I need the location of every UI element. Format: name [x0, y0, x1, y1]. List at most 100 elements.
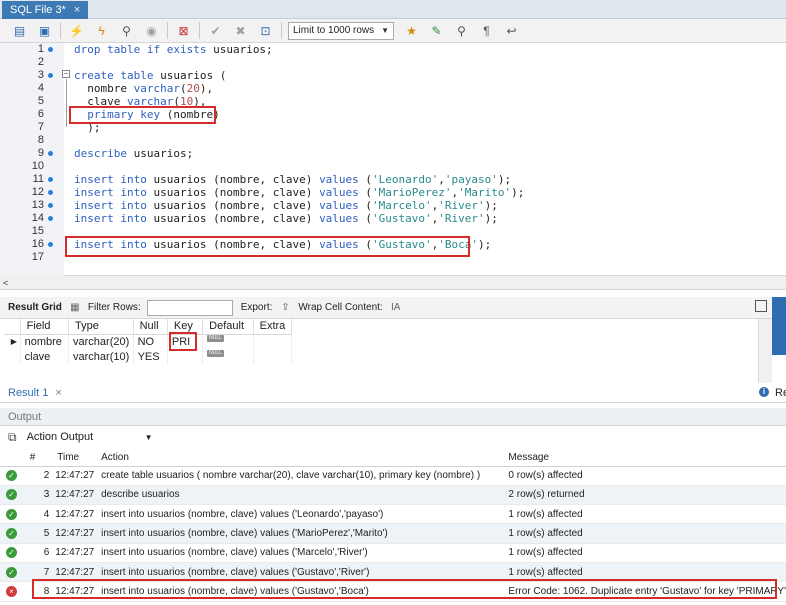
output-row[interactable]: ✓ 5 12:47:27 insert into usuarios (nombre, … — [0, 523, 786, 544]
filter-rows-input[interactable] — [146, 299, 233, 316]
tab-sql-file[interactable]: SQL File 3* × — [2, 1, 89, 19]
stop-icon[interactable]: ◉ — [142, 21, 161, 40]
grid-cell-type[interactable]: varchar(10) — [68, 349, 134, 364]
side-panel-label[interactable]: Re — [775, 387, 786, 399]
output-col-time[interactable]: Time — [55, 449, 100, 467]
code-text: drop table if exists usuarios; — [74, 43, 273, 56]
code-token: 20 — [186, 82, 200, 95]
output-number: 6 — [27, 543, 56, 563]
output-action: insert into usuarios (nombre, clave) val… — [99, 504, 507, 525]
highlight-error-row — [32, 579, 777, 599]
scroll-left-icon[interactable]: < — [3, 278, 8, 288]
panel-toggle-icon[interactable] — [755, 300, 767, 312]
autocommit-icon[interactable]: ⊡ — [256, 21, 275, 40]
grid-row[interactable]: clave varchar(10) YES NULL — [4, 349, 293, 364]
fold-toggle-icon[interactable]: − — [62, 70, 70, 78]
line-number: 9 — [37, 147, 44, 159]
grid-cell-type[interactable]: varchar(20) — [68, 334, 134, 349]
statement-marker-icon — [48, 190, 53, 195]
code-token: values — [319, 186, 366, 199]
line-number: 15 — [31, 225, 44, 237]
code-token: ); — [497, 173, 512, 186]
editor-horizontal-scrollbar[interactable]: < — [0, 276, 786, 290]
stop-on-error-icon[interactable]: ⊠ — [174, 21, 193, 40]
tab-close-icon[interactable]: × — [74, 2, 80, 19]
search-icon[interactable]: ⚲ — [452, 21, 471, 40]
code-token: , — [438, 173, 445, 186]
output-action: insert into usuarios (nombre, clave) val… — [99, 543, 507, 563]
grid-cell-field[interactable]: clave — [20, 349, 70, 364]
code-line[interactable]: 9 describe usuarios; — [0, 147, 786, 160]
code-line[interactable]: 2 — [0, 56, 786, 69]
output-row[interactable]: ✓ 6 12:47:27 insert into usuarios (nombre, … — [0, 543, 786, 563]
grid-cell-field[interactable]: nombre — [20, 334, 70, 349]
execute-all-icon[interactable]: ⚡ — [67, 21, 86, 40]
output-col-message[interactable]: Message — [506, 449, 786, 467]
save-file-icon[interactable]: ▣ — [35, 21, 54, 40]
code-token: usuarios (nombre, clave) — [153, 212, 320, 225]
code-token: usuarios; — [213, 43, 273, 56]
grid-cell-extra[interactable] — [253, 349, 293, 364]
grid-cell-null[interactable]: NO — [133, 334, 168, 349]
code-line[interactable]: 11 insert into usuarios (nombre, clave) v… — [0, 173, 786, 186]
output-row[interactable]: ✓ 4 12:47:27 insert into usuarios (nombre, … — [0, 504, 786, 525]
code-line[interactable]: 10 — [0, 160, 786, 173]
success-icon: ✓ — [6, 470, 17, 482]
result-grid-side-tab[interactable] — [772, 297, 786, 355]
commit-icon[interactable]: ✔ — [206, 21, 225, 40]
grid-cell-extra[interactable] — [253, 334, 293, 349]
grid-header-extra[interactable]: Extra — [253, 319, 293, 335]
filter-rows-label: Filter Rows: — [87, 302, 141, 313]
grid-header-field[interactable]: Field — [20, 319, 70, 335]
grid-cell-default[interactable]: NULL — [202, 349, 254, 364]
code-line[interactable]: 3 create table usuarios ( — [0, 69, 786, 82]
execute-current-icon[interactable]: ϟ — [92, 21, 111, 40]
export-icon[interactable]: ⇪ — [278, 301, 292, 315]
code-line[interactable]: 1 drop table if exists usuarios; — [0, 43, 786, 56]
output-col-number[interactable]: # — [27, 449, 56, 467]
rollback-icon[interactable]: ✖ — [231, 21, 250, 40]
output-row[interactable]: ✓ 3 12:47:27 describe usuarios 2 row(s) retu… — [0, 485, 786, 506]
grid-cell-default[interactable]: NULL — [202, 334, 254, 349]
result-tabs: Result 1 × i Re — [0, 383, 786, 403]
info-icon[interactable]: i — [759, 387, 769, 397]
sql-editor-toolbar: ▤ ▣ ⚡ ϟ ⚲ ◉ ⊠ ✔ ✖ ⊡ Limit to 1000 rows ▼… — [0, 19, 786, 43]
sql-editor[interactable]: 1 drop table if exists usuarios; 2 3 create … — [0, 43, 786, 276]
explain-icon[interactable]: ⚲ — [117, 21, 136, 40]
wrap-cell-icon[interactable]: IA — [389, 301, 403, 315]
statement-marker-icon — [48, 242, 53, 247]
toolbar-divider — [199, 22, 200, 39]
grid-header-null[interactable]: Null — [133, 319, 168, 335]
code-line[interactable]: 12 insert into usuarios (nombre, clave) v… — [0, 186, 786, 199]
output-col-action[interactable]: Action — [99, 449, 507, 467]
code-line[interactable]: 4 nombre varchar(20), — [0, 82, 786, 95]
output-type-select[interactable]: Action Output ▼ — [27, 431, 153, 443]
grid-cell-null[interactable]: YES — [133, 349, 168, 364]
code-token: values — [319, 173, 366, 186]
grid-header-type[interactable]: Type — [68, 319, 134, 335]
invisible-chars-icon[interactable]: ¶ — [477, 21, 496, 40]
code-token: ); — [484, 212, 498, 225]
wrap-lines-icon[interactable]: ↩ — [502, 21, 521, 40]
grid-cell-key[interactable]: PRI — [167, 331, 204, 351]
result-grid-label[interactable]: Result Grid — [8, 302, 62, 313]
grid-cell-key[interactable] — [167, 349, 204, 364]
output-row[interactable]: ✓ 2 12:47:27 create table usuarios ( nombre… — [0, 466, 786, 486]
code-line[interactable]: 13 insert into usuarios (nombre, clave) v… — [0, 199, 786, 212]
open-file-icon[interactable]: ▤ — [10, 21, 29, 40]
grid-row[interactable]: ▶ nombre varchar(20) NO PRI NULL — [4, 331, 293, 351]
code-line[interactable]: 14 insert into usuarios (nombre, clave) v… — [0, 212, 786, 225]
grid-icon[interactable]: ▦ — [68, 301, 82, 315]
code-text: insert into usuarios (nombre, clave) val… — [74, 199, 498, 212]
tab-result-1-close-icon[interactable]: × — [55, 387, 61, 399]
limit-rows-select[interactable]: Limit to 1000 rows ▼ — [288, 21, 394, 40]
grid-header-default[interactable]: Default — [202, 319, 254, 335]
output-status: ✓ — [0, 562, 28, 583]
copy-output-icon[interactable]: ⧉ — [8, 430, 17, 445]
code-line[interactable]: 8 — [0, 134, 786, 147]
code-token: usuarios ( — [160, 69, 227, 82]
beautify-icon[interactable]: ★ — [402, 21, 421, 40]
snippet-icon[interactable]: ✎ — [427, 21, 446, 40]
tab-result-1[interactable]: Result 1 × — [8, 387, 62, 399]
code-token: create table — [74, 69, 161, 82]
